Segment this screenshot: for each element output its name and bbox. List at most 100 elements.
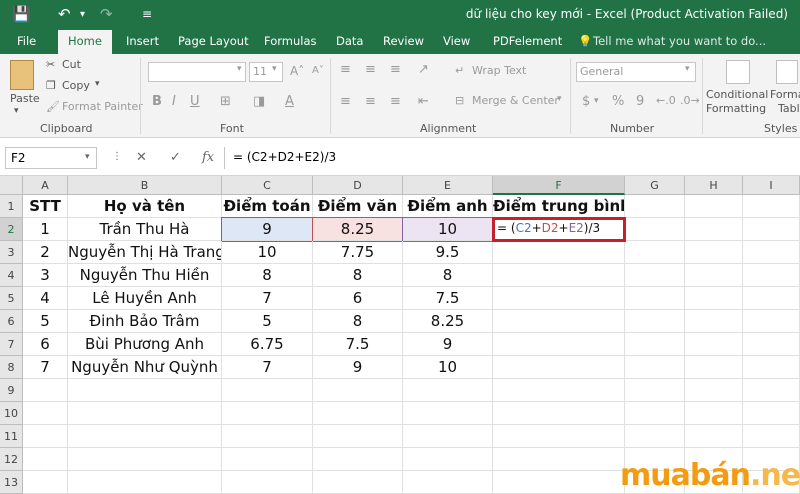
row-header-11[interactable]: 11 bbox=[0, 425, 23, 448]
cell-f5[interactable] bbox=[493, 287, 625, 310]
cell-d1[interactable]: Điểm văn bbox=[313, 195, 403, 218]
active-cell-f2[interactable]: = (C2+D2+E2)/3 bbox=[492, 217, 626, 242]
currency-icon[interactable]: $ bbox=[582, 94, 590, 109]
cell-h1[interactable] bbox=[685, 195, 743, 218]
cell-e10[interactable] bbox=[403, 402, 493, 425]
row-header-12[interactable]: 12 bbox=[0, 448, 23, 471]
number-format-dropdown-icon[interactable]: ▾ bbox=[685, 64, 690, 74]
column-header-a[interactable]: A bbox=[23, 176, 68, 195]
tab-review[interactable]: Review bbox=[383, 34, 424, 48]
increase-font-icon[interactable]: A˄ bbox=[290, 64, 304, 78]
format-as-table-button-line2[interactable]: Table bbox=[778, 102, 800, 115]
cell-b11[interactable] bbox=[68, 425, 222, 448]
name-box-dropdown-icon[interactable]: ▾ bbox=[85, 152, 90, 162]
wrap-text-button[interactable]: Wrap Text bbox=[472, 64, 526, 77]
column-header-g[interactable]: G bbox=[625, 176, 685, 195]
top-align-icon[interactable]: ≡ bbox=[340, 62, 351, 77]
cell-g3[interactable] bbox=[625, 241, 685, 264]
column-header-f[interactable]: F bbox=[493, 176, 625, 195]
cell-d3[interactable]: 7.75 bbox=[313, 241, 403, 264]
bottom-align-icon[interactable]: ≡ bbox=[390, 62, 401, 77]
cell-g2[interactable] bbox=[625, 218, 685, 241]
cell-h10[interactable] bbox=[685, 402, 743, 425]
cell-c5[interactable]: 7 bbox=[222, 287, 313, 310]
format-painter-button[interactable]: Format Painter bbox=[62, 100, 143, 113]
cell-a8[interactable]: 7 bbox=[23, 356, 68, 379]
bold-icon[interactable]: B bbox=[152, 94, 162, 109]
insert-function-icon[interactable]: fx bbox=[202, 150, 214, 165]
cell-h11[interactable] bbox=[685, 425, 743, 448]
cell-h3[interactable] bbox=[685, 241, 743, 264]
cell-h5[interactable] bbox=[685, 287, 743, 310]
cell-f6[interactable] bbox=[493, 310, 625, 333]
cell-e1[interactable]: Điểm anh bbox=[403, 195, 493, 218]
undo-dropdown-icon[interactable]: ▾ bbox=[80, 9, 85, 20]
customize-toolbar-icon[interactable]: ≡ bbox=[142, 7, 152, 21]
save-icon[interactable]: 💾 bbox=[12, 5, 31, 23]
column-header-b[interactable]: B bbox=[68, 176, 222, 195]
cell-a9[interactable] bbox=[23, 379, 68, 402]
comma-icon[interactable]: 9 bbox=[636, 94, 644, 109]
cell-c1[interactable]: Điểm toán bbox=[222, 195, 313, 218]
cell-b7[interactable]: Bùi Phương Anh bbox=[68, 333, 222, 356]
cell-a4[interactable]: 3 bbox=[23, 264, 68, 287]
middle-align-icon[interactable]: ≡ bbox=[365, 62, 376, 77]
cell-i3[interactable] bbox=[743, 241, 800, 264]
cell-d12[interactable] bbox=[313, 448, 403, 471]
cell-h6[interactable] bbox=[685, 310, 743, 333]
cell-d8[interactable]: 9 bbox=[313, 356, 403, 379]
cell-a1[interactable]: STT bbox=[23, 195, 68, 218]
column-header-h[interactable]: H bbox=[685, 176, 743, 195]
tab-pdfelement[interactable]: PDFelement bbox=[493, 34, 562, 48]
column-header-c[interactable]: C bbox=[222, 176, 313, 195]
cell-a10[interactable] bbox=[23, 402, 68, 425]
cell-d6[interactable]: 8 bbox=[313, 310, 403, 333]
cell-i2[interactable] bbox=[743, 218, 800, 241]
cell-i8[interactable] bbox=[743, 356, 800, 379]
indent-icon[interactable]: ⇤ bbox=[418, 94, 429, 109]
cell-i7[interactable] bbox=[743, 333, 800, 356]
cell-f10[interactable] bbox=[493, 402, 625, 425]
cell-c4[interactable]: 8 bbox=[222, 264, 313, 287]
paste-button[interactable]: Paste bbox=[10, 92, 40, 105]
cell-g4[interactable] bbox=[625, 264, 685, 287]
merge-dropdown-icon[interactable]: ▾ bbox=[557, 94, 562, 104]
cell-a6[interactable]: 5 bbox=[23, 310, 68, 333]
cell-e8[interactable]: 10 bbox=[403, 356, 493, 379]
cell-c11[interactable] bbox=[222, 425, 313, 448]
cell-c10[interactable] bbox=[222, 402, 313, 425]
cell-i9[interactable] bbox=[743, 379, 800, 402]
cell-a5[interactable]: 4 bbox=[23, 287, 68, 310]
cell-d9[interactable] bbox=[313, 379, 403, 402]
format-as-table-button-line1[interactable]: Forma bbox=[770, 88, 800, 101]
percent-icon[interactable]: % bbox=[612, 94, 624, 109]
cell-e3[interactable]: 9.5 bbox=[403, 241, 493, 264]
cell-b8[interactable]: Nguyễn Như Quỳnh bbox=[68, 356, 222, 379]
cell-g10[interactable] bbox=[625, 402, 685, 425]
cell-g1[interactable] bbox=[625, 195, 685, 218]
undo-icon[interactable]: ↶ bbox=[58, 5, 71, 23]
tab-formulas[interactable]: Formulas bbox=[264, 34, 317, 48]
cell-b9[interactable] bbox=[68, 379, 222, 402]
cell-e5[interactable]: 7.5 bbox=[403, 287, 493, 310]
cell-i5[interactable] bbox=[743, 287, 800, 310]
cell-e4[interactable]: 8 bbox=[403, 264, 493, 287]
tell-me-search[interactable]: Tell me what you want to do... bbox=[593, 34, 766, 48]
cell-d10[interactable] bbox=[313, 402, 403, 425]
row-header-5[interactable]: 5 bbox=[0, 287, 23, 310]
merge-center-button[interactable]: Merge & Center bbox=[472, 94, 559, 107]
decrease-font-icon[interactable]: A˅ bbox=[312, 65, 324, 76]
cell-a3[interactable]: 2 bbox=[23, 241, 68, 264]
row-header-2[interactable]: 2 bbox=[0, 218, 23, 241]
cell-g8[interactable] bbox=[625, 356, 685, 379]
cell-d2[interactable]: 8.25 bbox=[312, 217, 404, 242]
row-header-8[interactable]: 8 bbox=[0, 356, 23, 379]
cell-e9[interactable] bbox=[403, 379, 493, 402]
cell-c6[interactable]: 5 bbox=[222, 310, 313, 333]
cell-f11[interactable] bbox=[493, 425, 625, 448]
cell-g9[interactable] bbox=[625, 379, 685, 402]
conditional-formatting-button-line1[interactable]: Conditional bbox=[706, 88, 768, 101]
cell-g5[interactable] bbox=[625, 287, 685, 310]
cell-h2[interactable] bbox=[685, 218, 743, 241]
cell-e2[interactable]: 10 bbox=[402, 217, 494, 242]
